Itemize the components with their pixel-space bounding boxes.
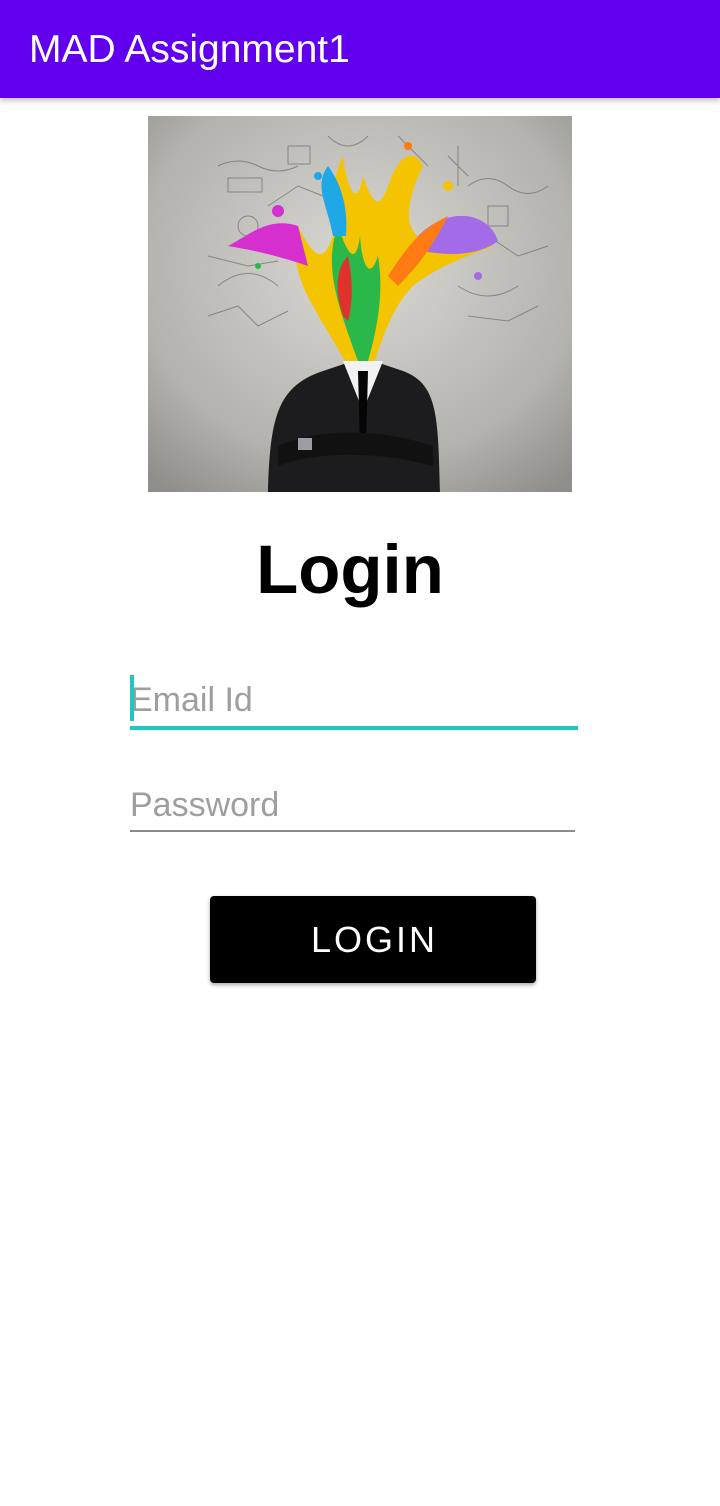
hero-image: [148, 116, 572, 492]
email-underline: [130, 726, 578, 730]
password-underline: [130, 830, 575, 832]
password-input[interactable]: Password: [130, 783, 279, 827]
app-title: MAD Assignment1: [29, 28, 350, 71]
email-input[interactable]: Email Id: [130, 678, 253, 722]
login-button[interactable]: LOGIN: [210, 896, 536, 983]
text-cursor: [130, 675, 134, 721]
app-bar: MAD Assignment1: [0, 0, 720, 98]
login-heading: Login: [256, 531, 444, 608]
